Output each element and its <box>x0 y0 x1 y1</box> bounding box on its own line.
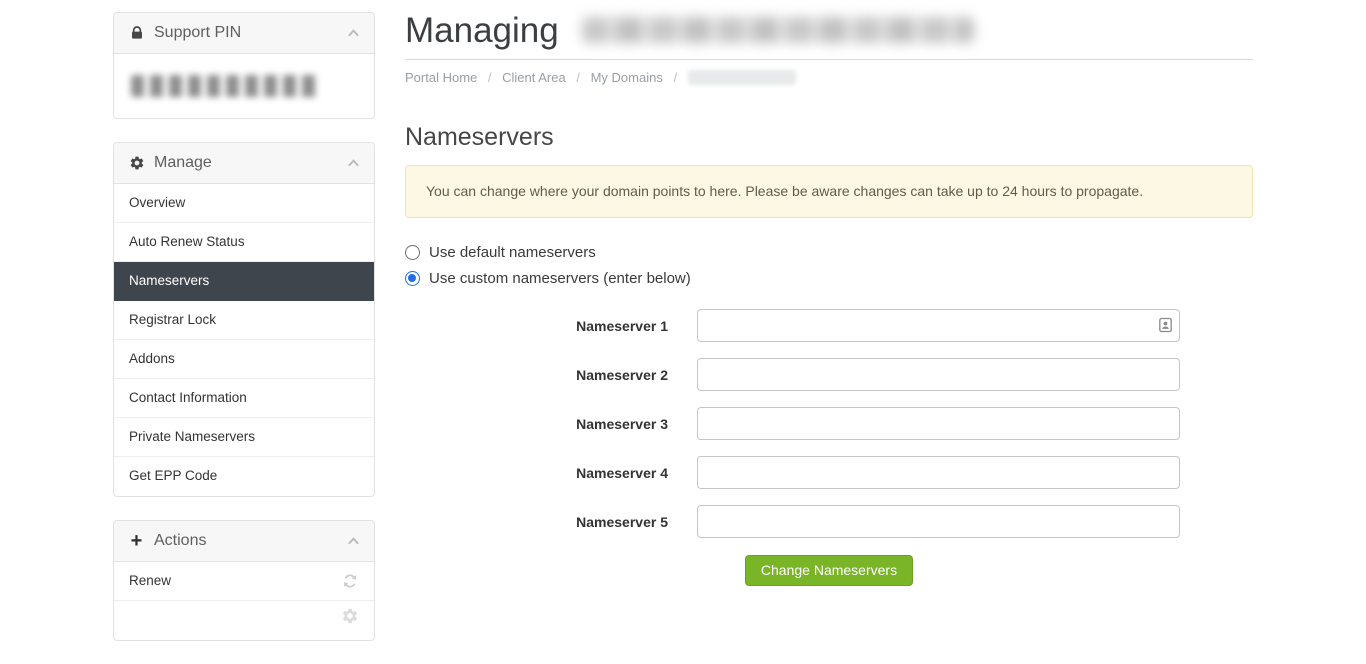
sidebar-item-auto-renew-status[interactable]: Auto Renew Status <box>114 223 374 262</box>
breadcrumb-client-area[interactable]: Client Area <box>502 70 566 85</box>
manage-title: Manage <box>154 154 212 172</box>
radio-icon-checked[interactable] <box>405 271 420 286</box>
chevron-up-icon[interactable] <box>347 536 360 546</box>
submit-row: Change Nameservers <box>405 555 1253 586</box>
sidebar-item-private-nameservers[interactable]: Private Nameservers <box>114 418 374 457</box>
sidebar-item-overview[interactable]: Overview <box>114 184 374 223</box>
nameserver-3-row: Nameserver 3 <box>405 407 1253 440</box>
title-divider <box>405 59 1253 60</box>
nameservers-form: Nameserver 1 Nameserver 2 Nameserver 3 N… <box>405 309 1253 586</box>
nameserver-5-input[interactable] <box>697 505 1180 538</box>
nameserver-4-label: Nameserver 4 <box>405 465 668 481</box>
breadcrumb: Portal Home / Client Area / My Domains / <box>405 70 1253 85</box>
sidebar-item-label: Renew <box>129 562 171 600</box>
sidebar-item-renew[interactable]: Renew <box>114 562 374 601</box>
chevron-up-icon[interactable] <box>347 158 360 168</box>
sidebar-item-addons[interactable]: Addons <box>114 340 374 379</box>
support-pin-value-redacted <box>131 75 317 97</box>
breadcrumb-domain-redacted <box>688 70 796 85</box>
domain-name-redacted <box>582 17 974 43</box>
nameserver-2-label: Nameserver 2 <box>405 367 668 383</box>
nameserver-3-input-wrap <box>697 407 1180 440</box>
sidebar: Support PIN Manage Overview Auto Renew S… <box>113 12 375 664</box>
main-content: Managing Portal Home / Client Area / My … <box>405 10 1253 586</box>
radio-icon-unchecked[interactable] <box>405 245 420 260</box>
page-title: Managing <box>405 10 1253 52</box>
radio-custom-nameservers[interactable]: Use custom nameservers (enter below) <box>405 270 1253 287</box>
autofill-icon[interactable] <box>1159 317 1172 333</box>
breadcrumb-separator: / <box>576 70 580 85</box>
radio-default-nameservers[interactable]: Use default nameservers <box>405 244 1253 261</box>
refresh-icon <box>341 572 359 590</box>
radio-label: Use custom nameservers (enter below) <box>429 270 691 287</box>
actions-panel: + Actions Renew <box>113 520 375 641</box>
nameserver-2-input-wrap <box>697 358 1180 391</box>
sidebar-item-get-epp-code[interactable]: Get EPP Code <box>114 457 374 496</box>
breadcrumb-portal-home[interactable]: Portal Home <box>405 70 477 85</box>
section-title: Nameservers <box>405 123 1253 152</box>
plus-icon: + <box>128 533 145 550</box>
nameserver-3-input[interactable] <box>697 407 1180 440</box>
nameserver-options: Use default nameservers Use custom names… <box>405 244 1253 287</box>
actions-menu: Renew <box>114 562 374 640</box>
nameserver-1-input-wrap <box>697 309 1180 342</box>
nameserver-5-label: Nameserver 5 <box>405 514 668 530</box>
nameserver-4-input[interactable] <box>697 456 1180 489</box>
nameserver-1-label: Nameserver 1 <box>405 318 668 334</box>
gear-faint-icon <box>341 607 359 625</box>
chevron-up-icon[interactable] <box>347 28 360 38</box>
manage-header[interactable]: Manage <box>114 143 374 184</box>
nameserver-5-row: Nameserver 5 <box>405 505 1253 538</box>
sidebar-item-contact-information[interactable]: Contact Information <box>114 379 374 418</box>
sidebar-item-partial[interactable] <box>114 601 374 640</box>
manage-panel: Manage Overview Auto Renew Status Namese… <box>113 142 375 497</box>
nameserver-2-input[interactable] <box>697 358 1180 391</box>
nameserver-4-input-wrap <box>697 456 1180 489</box>
support-pin-header[interactable]: Support PIN <box>114 13 374 54</box>
nameserver-4-row: Nameserver 4 <box>405 456 1253 489</box>
nameserver-1-input[interactable] <box>697 309 1180 342</box>
lock-icon <box>128 25 145 42</box>
sidebar-item-nameservers[interactable]: Nameservers <box>114 262 374 301</box>
nameserver-1-row: Nameserver 1 <box>405 309 1253 342</box>
gear-icon <box>128 155 145 172</box>
change-nameservers-button[interactable]: Change Nameservers <box>745 555 913 586</box>
radio-label: Use default nameservers <box>429 244 596 261</box>
manage-menu: Overview Auto Renew Status Nameservers R… <box>114 184 374 496</box>
actions-header[interactable]: + Actions <box>114 521 374 562</box>
support-pin-body <box>114 54 374 118</box>
breadcrumb-my-domains[interactable]: My Domains <box>591 70 663 85</box>
support-pin-title: Support PIN <box>154 24 241 42</box>
page-title-text: Managing <box>405 11 559 50</box>
sidebar-item-registrar-lock[interactable]: Registrar Lock <box>114 301 374 340</box>
nameserver-2-row: Nameserver 2 <box>405 358 1253 391</box>
nameserver-5-input-wrap <box>697 505 1180 538</box>
alert-warning: You can change where your domain points … <box>405 165 1253 218</box>
nameserver-3-label: Nameserver 3 <box>405 416 668 432</box>
support-pin-panel: Support PIN <box>113 12 375 119</box>
actions-title: Actions <box>154 532 206 550</box>
breadcrumb-separator: / <box>673 70 677 85</box>
breadcrumb-separator: / <box>488 70 492 85</box>
